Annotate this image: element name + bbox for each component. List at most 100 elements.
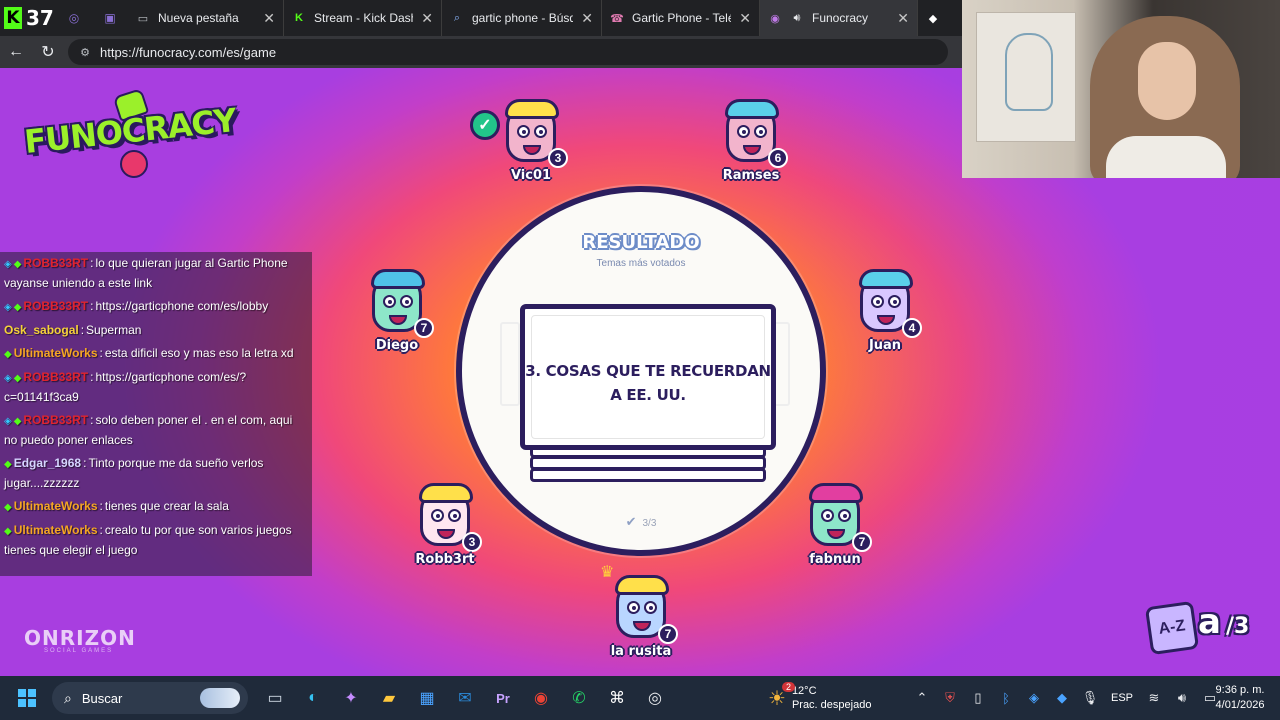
- extension-icon: ◆: [928, 12, 938, 25]
- pinned-tab-icon: ◎: [68, 11, 80, 25]
- edge-button[interactable]: ◐: [294, 676, 332, 720]
- close-icon[interactable]: ✕: [421, 10, 433, 27]
- whatsapp-icon: ✆: [572, 690, 586, 707]
- moderator-badge-icon: ◈: [4, 373, 12, 384]
- tab-gartic-search[interactable]: ⌕ gartic phone - Búsqued ✕: [442, 0, 602, 36]
- search-icon: ⌕: [453, 11, 461, 24]
- close-icon[interactable]: ✕: [897, 10, 909, 27]
- bluetooth-icon[interactable]: ᛒ: [992, 691, 1020, 706]
- copilot-button[interactable]: ✦: [332, 676, 370, 720]
- taskbar-search[interactable]: ⌕ Buscar: [52, 682, 248, 714]
- player-score: 7: [658, 624, 678, 644]
- shield-icon[interactable]: ⛨: [936, 690, 964, 706]
- player-diego: 7 Diego: [352, 269, 442, 364]
- chat-username[interactable]: UltimateWorks: [14, 523, 98, 537]
- reload-button[interactable]: ↻: [32, 36, 64, 68]
- card-layer: [530, 456, 766, 470]
- avatar-eye: [871, 295, 884, 308]
- file-explorer-button[interactable]: ▰: [370, 676, 408, 720]
- avatar-hair: [371, 269, 425, 289]
- avatar-mouth: [523, 145, 541, 155]
- close-icon[interactable]: ✕: [581, 10, 593, 27]
- tab-title: Nueva pestaña: [158, 11, 239, 25]
- avatar-hair: [809, 483, 863, 503]
- chat-username[interactable]: Edgar_1968: [14, 456, 81, 470]
- avatar-mouth: [389, 315, 407, 325]
- avatar-hair: [615, 575, 669, 595]
- close-icon[interactable]: ✕: [263, 10, 275, 27]
- tab-nueva-pestana[interactable]: ▭ Nueva pestaña ✕: [128, 0, 284, 36]
- tab-kick-dashboard[interactable]: K Stream - Kick Dashboar ✕: [284, 0, 442, 36]
- usb-icon[interactable]: ▯: [964, 690, 992, 706]
- vip-badge-icon: ◆: [13, 259, 22, 270]
- site-info-icon[interactable]: ⚙: [78, 45, 92, 59]
- language-indicator[interactable]: ESP: [1104, 692, 1140, 704]
- speaker-icon[interactable]: 🔊︎: [790, 11, 804, 25]
- player-ramses: 6 Ramses: [706, 99, 796, 194]
- pinned-tab-2[interactable]: ▣: [92, 0, 128, 36]
- capcut-button[interactable]: ⌘: [598, 676, 636, 720]
- topic-card[interactable]: 3. COSAS QUE TE RECUERDAN A EE. UU.: [520, 304, 776, 450]
- round-count: /3: [1226, 614, 1250, 639]
- kick-viewer-count: 37: [26, 6, 54, 30]
- volume-icon[interactable]: 🔊︎: [1168, 690, 1196, 706]
- store-button[interactable]: ▦: [408, 676, 446, 720]
- player-name: Robb3rt: [415, 552, 475, 567]
- moderator-badge-icon: ◈: [4, 259, 12, 270]
- chat-text: esta dificil eso y mas eso la letra xd: [104, 346, 294, 360]
- task-view-button[interactable]: ▭: [256, 676, 294, 720]
- tab-overflow[interactable]: ◆ E: [918, 0, 944, 36]
- weather-widget[interactable]: ☀ 2 12°C Prac. despejado: [768, 676, 871, 720]
- search-highlight-icon: [200, 688, 240, 708]
- url-input[interactable]: ⚙ https://funocracy.com/es/game: [68, 39, 948, 65]
- moderator-badge-icon: ◈: [4, 302, 12, 313]
- chrome-button[interactable]: ◉: [522, 676, 560, 720]
- chat-username[interactable]: Osk_sabogal: [4, 323, 79, 337]
- chat-username[interactable]: ROBB33RT: [23, 299, 88, 313]
- close-icon[interactable]: ✕: [739, 10, 751, 27]
- card-layer: [530, 468, 766, 482]
- avatar-eye: [400, 295, 413, 308]
- vip-badge-icon: ◆: [4, 526, 12, 537]
- defender-icon[interactable]: ◈: [1020, 690, 1048, 706]
- tab-title: gartic phone - Búsqued: [472, 11, 573, 25]
- topic-card-stack: 3. COSAS QUE TE RECUERDAN A EE. UU.: [520, 304, 776, 484]
- streamer-video: [1090, 16, 1240, 178]
- back-button[interactable]: ←: [0, 36, 32, 68]
- whatsapp-button[interactable]: ✆: [560, 676, 598, 720]
- windows-taskbar: ⌕ Buscar ▭ ◐ ✦ ▰ ▦ ✉ Pr ◉ ✆ ⌘ ◎ ☀ 2 12°C…: [0, 676, 1280, 720]
- crown-icon: ♛: [600, 564, 615, 581]
- premiere-button[interactable]: Pr: [484, 676, 522, 720]
- pinned-tab[interactable]: ◎: [56, 0, 92, 36]
- start-button[interactable]: [8, 676, 46, 720]
- player-name: Ramses: [722, 168, 780, 183]
- player-score: 3: [462, 532, 482, 552]
- vip-badge-icon: ◆: [13, 302, 22, 313]
- microphone-icon[interactable]: 🎙︎: [1076, 690, 1104, 706]
- network-icon[interactable]: ◆: [1048, 690, 1076, 706]
- clock[interactable]: 9:36 p. m. 4/01/2026: [1200, 676, 1280, 720]
- outlook-button[interactable]: ✉: [446, 676, 484, 720]
- chat-username[interactable]: ROBB33RT: [23, 256, 88, 270]
- chat-username[interactable]: UltimateWorks: [14, 499, 98, 513]
- page-indicator: ✔ 3/3: [462, 514, 820, 530]
- weather-text: 12°C Prac. despejado: [792, 684, 872, 712]
- player-juan: 4 Juan: [840, 269, 930, 364]
- letter-dice-icon: A-Z: [1144, 600, 1200, 656]
- screen: { "browser": { "kick_count": "37", "tabs…: [0, 0, 1280, 720]
- obs-button[interactable]: ◎: [636, 676, 674, 720]
- chat-username[interactable]: UltimateWorks: [14, 346, 98, 360]
- chat-username[interactable]: ROBB33RT: [23, 370, 88, 384]
- kick-logo-icon: K: [4, 7, 22, 29]
- player-score: 3: [548, 148, 568, 168]
- chevron-up-icon[interactable]: ⌃: [908, 690, 936, 706]
- result-board: RESULTADO Temas más votados 3. COSAS QUE…: [456, 186, 826, 556]
- tab-funocracy[interactable]: ◉ 🔊︎ Funocracy ✕: [760, 0, 918, 36]
- browser-tab-strip: K 37 ◎ ▣ ▭ Nueva pestaña ✕ K Stream - Ki…: [0, 0, 962, 36]
- player-score: 6: [768, 148, 788, 168]
- wifi-icon[interactable]: ≋: [1140, 690, 1168, 706]
- chat-username[interactable]: ROBB33RT: [23, 413, 88, 427]
- funocracy-icon: ◉: [770, 12, 780, 25]
- player-name: Vic01: [510, 168, 552, 183]
- tab-gartic-phone[interactable]: ☎ Gartic Phone - Teléfono ✕: [602, 0, 760, 36]
